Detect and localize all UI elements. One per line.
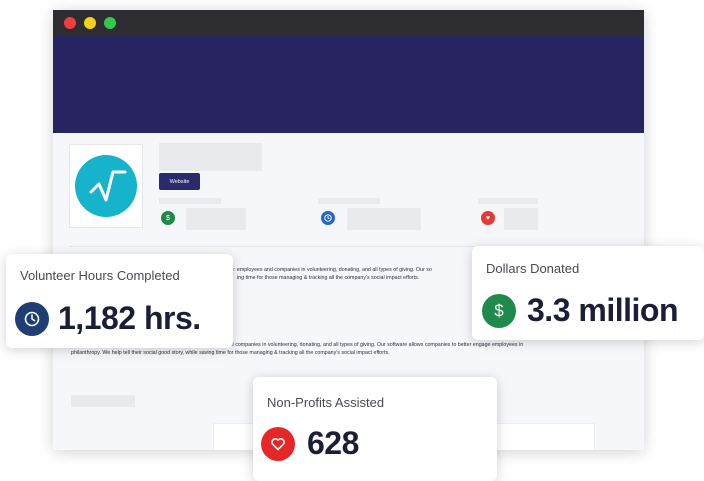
title-bar	[53, 10, 644, 36]
heart-icon: ♥	[481, 211, 495, 225]
dollar-icon: $	[161, 211, 175, 225]
stat-label-placeholder	[318, 198, 380, 204]
heart-icon	[261, 427, 295, 461]
dollars-donated-label: Dollars Donated	[486, 261, 580, 276]
stat-value-placeholder	[504, 208, 538, 230]
minimize-button[interactable]	[84, 17, 96, 29]
website-button[interactable]: Website	[159, 173, 200, 190]
volunteer-hours-label: Volunteer Hours Completed	[20, 268, 180, 283]
stat-label-placeholder	[478, 198, 538, 204]
maximize-button[interactable]	[104, 17, 116, 29]
about-text-line: e: employees and companies in volunteeri…	[231, 267, 432, 273]
profile-banner	[53, 36, 644, 133]
stat-label-placeholder	[159, 198, 221, 204]
stat-value-placeholder	[347, 208, 421, 230]
about-text-line: philanthropy. We help tell their social …	[71, 350, 390, 356]
non-profits-label: Non-Profits Assisted	[267, 395, 385, 410]
clock-icon	[15, 302, 49, 336]
volunteer-hours-card: Volunteer Hours Completed 1,182 hrs.	[6, 254, 233, 348]
dollar-icon: $	[482, 294, 516, 328]
about-text-line: ing time for those managing & tracking a…	[237, 275, 420, 281]
close-button[interactable]	[64, 17, 76, 29]
volunteer-hours-value: 1,182 hrs.	[58, 300, 201, 336]
dollars-donated-value: 3.3 million	[527, 292, 678, 328]
about-text-upper: e: employees and companies in volunteeri…	[231, 266, 471, 282]
section-heading-placeholder	[71, 395, 135, 407]
company-logo	[69, 144, 143, 228]
dollars-donated-card: Dollars Donated $ 3.3 million	[472, 246, 704, 340]
logo-mark	[75, 155, 137, 217]
non-profits-card: Non-Profits Assisted 628	[253, 377, 497, 481]
company-name-placeholder	[159, 143, 262, 171]
non-profits-value: 628	[307, 425, 359, 461]
clock-icon	[321, 211, 335, 225]
stat-value-placeholder	[186, 208, 246, 230]
